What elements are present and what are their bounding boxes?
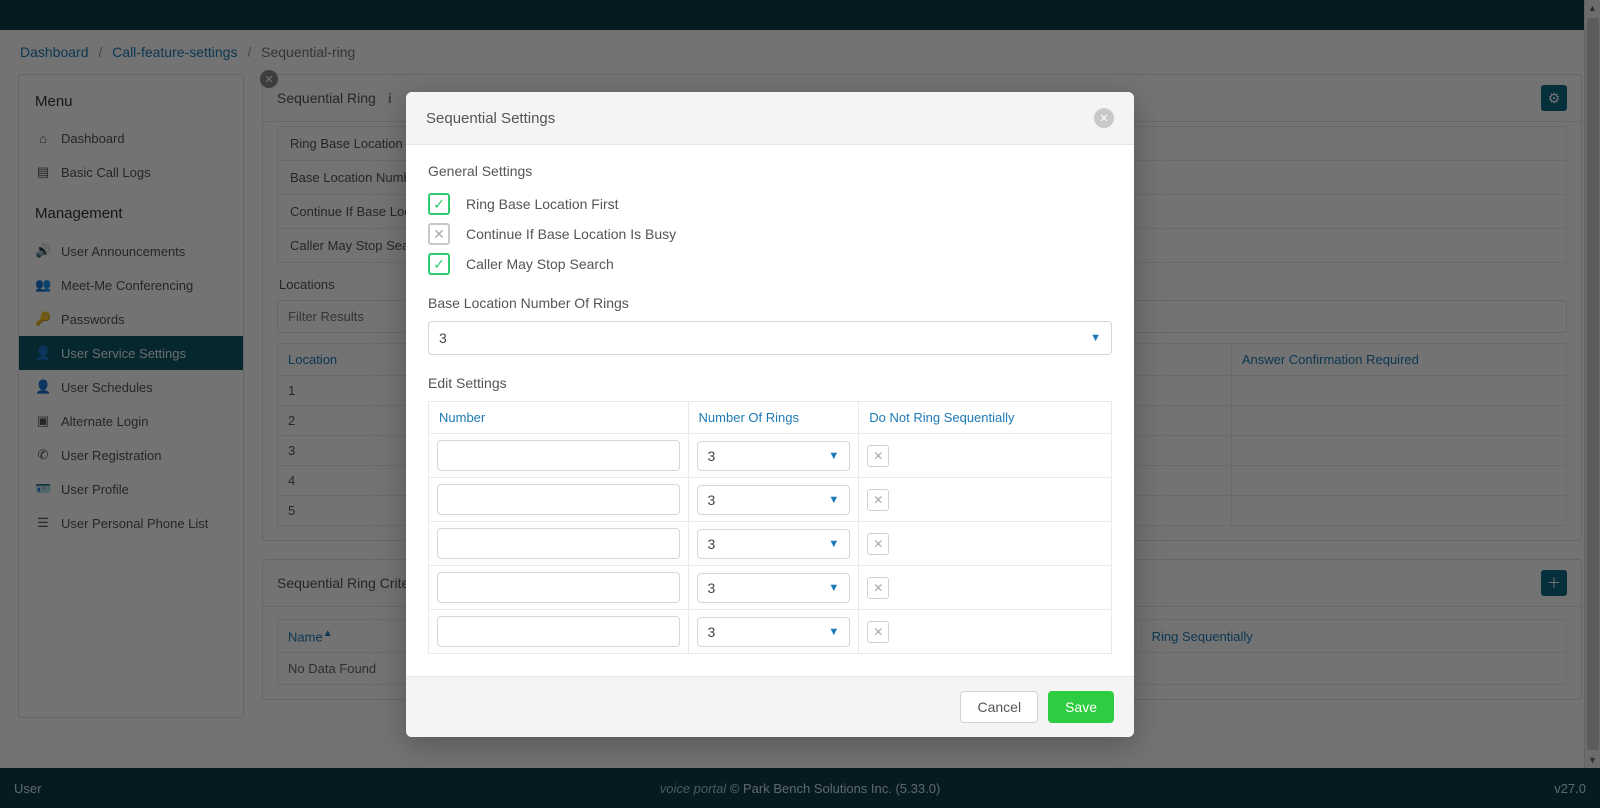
- base-rings-label: Base Location Number Of Rings: [428, 295, 1112, 311]
- check-label: Continue If Base Location Is Busy: [466, 226, 676, 242]
- check-ring-base-first[interactable]: ✓: [428, 193, 450, 215]
- select-value: 3: [708, 624, 716, 640]
- select-value: 3: [708, 580, 716, 596]
- edit-settings-title: Edit Settings: [428, 375, 1112, 391]
- number-input[interactable]: [437, 440, 680, 471]
- save-button[interactable]: Save: [1048, 691, 1114, 723]
- select-value: 3: [708, 448, 716, 464]
- number-input[interactable]: [437, 528, 680, 559]
- base-rings-select[interactable]: 3 ▼: [428, 321, 1112, 355]
- dnr-checkbox[interactable]: ✕: [867, 577, 889, 599]
- chevron-down-icon: ▼: [828, 494, 839, 506]
- dnr-checkbox[interactable]: ✕: [867, 445, 889, 467]
- chevron-down-icon: ▼: [1090, 332, 1101, 344]
- check-caller-may-stop[interactable]: ✓: [428, 253, 450, 275]
- check-label: Ring Base Location First: [466, 196, 619, 212]
- select-value: 3: [708, 492, 716, 508]
- select-value: 3: [708, 536, 716, 552]
- rings-select[interactable]: 3 ▼: [697, 617, 851, 647]
- select-value: 3: [439, 330, 447, 346]
- dnr-checkbox[interactable]: ✕: [867, 533, 889, 555]
- chevron-down-icon: ▼: [828, 626, 839, 638]
- dnr-checkbox[interactable]: ✕: [867, 621, 889, 643]
- cancel-button[interactable]: Cancel: [960, 691, 1038, 723]
- check-label: Caller May Stop Search: [466, 256, 614, 272]
- chevron-down-icon: ▼: [828, 538, 839, 550]
- chevron-down-icon: ▼: [828, 582, 839, 594]
- rings-select[interactable]: 3 ▼: [697, 573, 851, 603]
- rings-select[interactable]: 3 ▼: [697, 529, 851, 559]
- chevron-down-icon: ▼: [828, 450, 839, 462]
- modal-title: Sequential Settings: [426, 110, 555, 127]
- rings-select[interactable]: 3 ▼: [697, 441, 851, 471]
- edit-th-dnr: Do Not Ring Sequentially: [859, 402, 1112, 434]
- number-input[interactable]: [437, 484, 680, 515]
- close-icon[interactable]: ✕: [1094, 108, 1114, 128]
- number-input[interactable]: [437, 616, 680, 647]
- sequential-settings-modal: Sequential Settings ✕ General Settings ✓…: [406, 92, 1134, 737]
- check-continue-if-busy[interactable]: ✕: [428, 223, 450, 245]
- edit-th-rings: Number Of Rings: [688, 402, 859, 434]
- general-settings-title: General Settings: [428, 163, 1112, 179]
- edit-settings-table: Number Number Of Rings Do Not Ring Seque…: [428, 401, 1112, 654]
- rings-select[interactable]: 3 ▼: [697, 485, 851, 515]
- dnr-checkbox[interactable]: ✕: [867, 489, 889, 511]
- edit-th-number: Number: [429, 402, 689, 434]
- number-input[interactable]: [437, 572, 680, 603]
